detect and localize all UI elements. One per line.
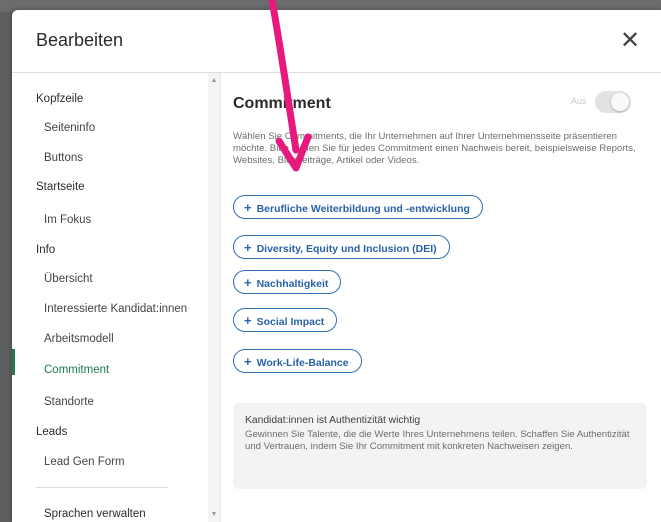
sidebar-divider bbox=[36, 487, 168, 488]
sidebar-item-seiteninfo[interactable]: Seiteninfo bbox=[12, 122, 208, 134]
plus-icon: + bbox=[244, 313, 252, 328]
sidebar-scrollbar[interactable]: ▲ ▼ bbox=[208, 73, 221, 522]
info-card: Kandidat:innen ist Authentizität wichtig… bbox=[233, 403, 647, 489]
commitment-description: Wählen Sie Commitments, die Ihr Unterneh… bbox=[233, 131, 636, 166]
commitment-panel: Commitment Aus Wählen Sie Commitments, d… bbox=[221, 73, 661, 522]
dialog-header: Bearbeiten ✕ bbox=[12, 10, 661, 73]
sidebar-item-sprachen-verwalten[interactable]: Sprachen verwalten bbox=[12, 508, 208, 520]
add-commitment-button[interactable]: + Social Impact bbox=[233, 308, 338, 332]
sidebar-item-buttons[interactable]: Buttons bbox=[12, 152, 208, 164]
add-commitment-button[interactable]: + Diversity, Equity und Inclusion (DEI) bbox=[233, 235, 450, 259]
add-commitment-button[interactable]: + Nachhaltigkeit bbox=[233, 270, 342, 294]
sidebar-section-startseite[interactable]: Startseite bbox=[12, 181, 208, 193]
scroll-down-icon[interactable]: ▼ bbox=[208, 511, 220, 518]
plus-icon: + bbox=[244, 354, 252, 369]
toggle-knob bbox=[611, 93, 629, 111]
plus-icon: + bbox=[244, 240, 252, 255]
close-icon: ✕ bbox=[619, 27, 641, 54]
plus-icon: + bbox=[244, 275, 252, 290]
commitment-toggle[interactable]: Aus bbox=[571, 91, 631, 113]
sidebar-item-commitment[interactable]: Commitment bbox=[12, 364, 208, 376]
sidebar-section-info[interactable]: Info bbox=[12, 244, 208, 256]
info-card-text: Gewinnen Sie Talente, die die Werte Ihre… bbox=[245, 429, 630, 452]
sidebar-item-interessierte-kandidaten[interactable]: Interessierte Kandidat:innen bbox=[12, 303, 208, 315]
sidebar-section-kopfzeile[interactable]: Kopfzeile bbox=[12, 93, 208, 105]
sidebar-item-arbeitsmodell[interactable]: Arbeitsmodell bbox=[12, 333, 208, 345]
sidebar-item-uebersicht[interactable]: Übersicht bbox=[12, 273, 208, 285]
toggle-label: Aus bbox=[571, 96, 587, 106]
sidebar-item-im-fokus[interactable]: Im Fokus bbox=[12, 214, 208, 226]
sidebar-item-standorte[interactable]: Standorte bbox=[12, 396, 208, 408]
toggle-track[interactable] bbox=[595, 91, 631, 113]
add-commitment-button[interactable]: + Berufliche Weiterbildung und -entwicklu… bbox=[233, 195, 483, 219]
sidebar-nav: Kopfzeile Seiteninfo Buttons Startseite … bbox=[12, 73, 209, 522]
add-commitment-button[interactable]: + Work-Life-Balance bbox=[233, 349, 362, 373]
edit-dialog: Bearbeiten ✕ Kopfzeile Seiteninfo Button… bbox=[12, 10, 661, 522]
sidebar-section-leads[interactable]: Leads bbox=[12, 426, 208, 438]
close-button[interactable]: ✕ bbox=[617, 28, 643, 54]
info-card-title: Kandidat:innen ist Authentizität wichtig bbox=[245, 415, 421, 426]
plus-icon: + bbox=[244, 200, 252, 215]
dialog-title: Bearbeiten bbox=[36, 30, 124, 50]
scroll-up-icon[interactable]: ▲ bbox=[208, 77, 220, 84]
page-title: Commitment bbox=[233, 95, 331, 112]
sidebar-item-lead-gen-form[interactable]: Lead Gen Form bbox=[12, 456, 208, 468]
